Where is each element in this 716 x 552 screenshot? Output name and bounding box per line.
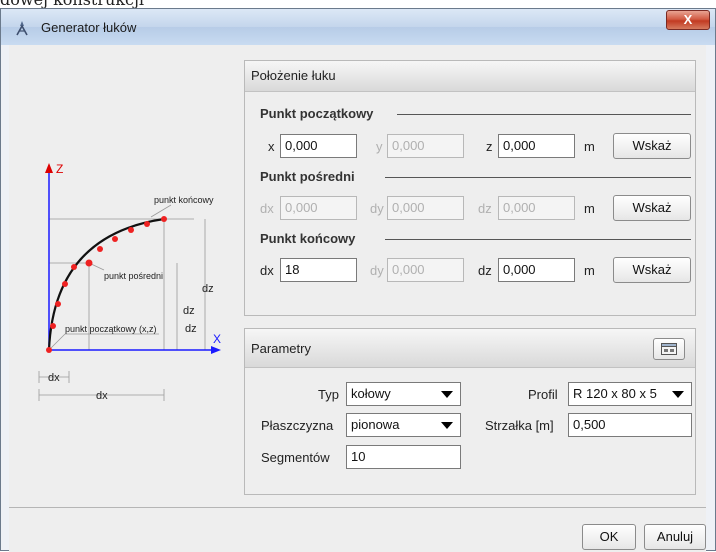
start-y-field[interactable]: 0,000 — [387, 134, 464, 158]
label-start-point: punkt początkowy (x,z) — [65, 324, 157, 334]
chevron-down-icon — [441, 391, 453, 398]
mid-point-group-title: Punkt pośredni — [260, 169, 355, 184]
axis-z-label: Z — [56, 162, 63, 176]
segments-label: Segmentów — [261, 450, 330, 465]
dialog-content: Z X punkt końcowy punkt pośredni punkt p… — [9, 45, 706, 552]
parameters-panel: Parametry Typ kołowy Profil R 120 x 80 x… — [244, 328, 696, 495]
end-dz-field[interactable]: 0,000 — [498, 258, 575, 282]
close-button[interactable]: X — [666, 10, 710, 30]
sag-field[interactable]: 0,500 — [568, 413, 692, 437]
arc-point — [144, 221, 150, 227]
end-point-group-title: Punkt końcowy — [260, 231, 356, 246]
leader-line — [48, 333, 66, 351]
profile-value: R 120 x 80 x 5 — [573, 386, 657, 401]
label-mid-point: punkt pośredni — [104, 271, 163, 281]
parameters-panel-title: Parametry — [251, 341, 311, 356]
arc-point — [112, 236, 118, 242]
group-separator — [385, 177, 691, 178]
arc-point — [62, 281, 68, 287]
arc-point — [46, 347, 52, 353]
arc-point — [128, 227, 134, 233]
start-point-group-title: Punkt początkowy — [260, 106, 374, 121]
label-end-point: punkt końcowy — [154, 195, 214, 205]
mid-dy-label: dy — [370, 201, 384, 216]
dz-label-outer: dz — [202, 283, 214, 295]
arc-point — [85, 259, 93, 267]
end-dx-field[interactable]: 18 — [280, 258, 357, 282]
window-title: Generator łuków — [41, 20, 137, 35]
group-separator — [397, 114, 691, 115]
mid-dx-label: dx — [260, 201, 274, 216]
mid-unit-label: m — [584, 201, 595, 216]
start-x-label: x — [268, 139, 275, 154]
axis-x-label: X — [213, 332, 221, 346]
end-pick-button[interactable]: Wskaż — [613, 257, 691, 283]
position-panel-header: Położenie łuku — [245, 61, 695, 92]
end-dy-field[interactable]: 0,000 — [387, 258, 464, 282]
dz-label-side: dz — [185, 323, 197, 335]
plane-select[interactable]: pionowa — [346, 413, 461, 437]
parameters-panel-header: Parametry — [245, 329, 695, 368]
start-unit-label: m — [584, 139, 595, 154]
profile-label: Profil — [528, 387, 558, 402]
profile-select[interactable]: R 120 x 80 x 5 — [568, 382, 692, 406]
ok-button[interactable]: OK — [582, 524, 636, 550]
x-axis-arrow — [211, 346, 221, 354]
end-unit-label: m — [584, 263, 595, 278]
arc-point — [71, 264, 77, 270]
sag-label: Strzałka [m] — [485, 418, 554, 433]
start-y-label: y — [376, 139, 383, 154]
leader-line — [150, 204, 172, 218]
position-panel: Położenie łuku Punkt początkowy x 0,000 … — [244, 60, 696, 316]
end-dx-label: dx — [260, 263, 274, 278]
app-icon — [16, 21, 28, 36]
start-z-label: z — [486, 139, 493, 154]
mid-dz-label: dz — [478, 201, 492, 216]
close-icon: X — [683, 12, 693, 27]
group-separator — [385, 239, 691, 240]
arc-point — [97, 246, 103, 252]
end-dy-label: dy — [370, 263, 384, 278]
type-label: Typ — [318, 387, 339, 402]
position-panel-title: Położenie łuku — [251, 68, 336, 83]
start-pick-button[interactable]: Wskaż — [613, 133, 691, 159]
start-z-field[interactable]: 0,000 — [498, 134, 575, 158]
arc-point — [161, 216, 167, 222]
arc-diagram: Z X punkt końcowy punkt pośredni punkt p… — [38, 162, 221, 402]
plane-label: Płaszczyzna — [261, 418, 334, 433]
arc-point — [50, 323, 56, 329]
mid-dy-field[interactable]: 0,000 — [387, 196, 464, 220]
mid-dx-field[interactable]: 0,000 — [280, 196, 357, 220]
cancel-button[interactable]: Anuluj — [644, 524, 706, 550]
dz-label-inner: dz — [183, 305, 195, 317]
type-value: kołowy — [351, 386, 391, 401]
plane-value: pionowa — [351, 417, 400, 432]
chevron-down-icon — [672, 391, 684, 398]
dx-label-long: dx — [96, 390, 108, 402]
arc-point — [55, 301, 61, 307]
start-x-field[interactable]: 0,000 — [280, 134, 357, 158]
chevron-down-icon — [441, 422, 453, 429]
mid-dz-field[interactable]: 0,000 — [498, 196, 575, 220]
segments-field[interactable]: 10 — [346, 445, 461, 469]
dx-label-short: dx — [48, 372, 60, 384]
title-bar[interactable]: Generator łuków X — [1, 9, 715, 45]
z-axis-arrow — [45, 163, 53, 173]
dialog-icon — [661, 343, 677, 355]
type-select[interactable]: kołowy — [346, 382, 461, 406]
footer-separator — [9, 507, 706, 508]
end-dz-label: dz — [478, 263, 492, 278]
parameters-options-button[interactable] — [653, 338, 685, 360]
mid-pick-button[interactable]: Wskaż — [613, 195, 691, 221]
arc-generator-dialog: Generator łuków X Z X punkt końcowy punk… — [0, 8, 716, 552]
